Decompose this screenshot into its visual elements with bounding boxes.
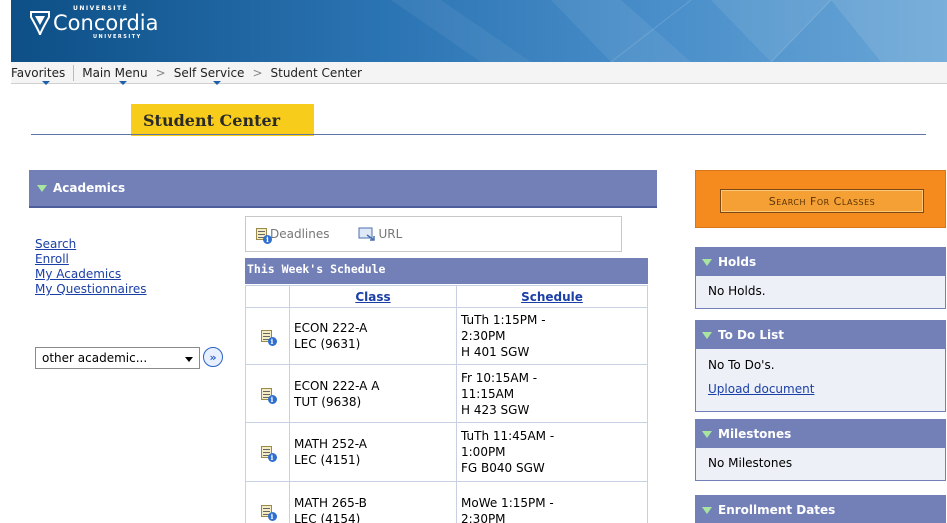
calendar-info-icon: i	[256, 227, 272, 244]
todo-text: No To Do's.	[708, 358, 775, 372]
select-value: other academic...	[42, 351, 148, 365]
collapse-triangle-icon[interactable]	[37, 184, 47, 192]
concordia-logo[interactable]: UNIVERSITÉ Concordia UNIVERSITY	[29, 6, 159, 40]
row-icon-cell[interactable]: i	[245, 481, 290, 523]
search-for-classes-button[interactable]: Search For Classes	[720, 189, 924, 213]
collapse-triangle-icon[interactable]	[702, 506, 712, 514]
holds-header[interactable]: Holds	[696, 248, 945, 276]
breadcrumb-separator: >	[252, 65, 263, 80]
class-cell: MATH 252-A LEC (4151)	[289, 422, 457, 482]
todo-title: To Do List	[718, 328, 785, 342]
row-icon-cell[interactable]: i	[245, 307, 290, 365]
schedule-title: This Week's Schedule	[245, 258, 648, 284]
url-label: URL	[378, 227, 403, 241]
enrollment-dates-header[interactable]: Enrollment Dates	[696, 496, 945, 523]
table-row: i MATH 252-A LEC (4151) TuTh 11:45AM -1:0…	[245, 422, 648, 482]
deadlines-label: Deadlines	[270, 227, 330, 241]
table-row: i MATH 265-B LEC (4154) MoWe 1:15PM -2:30…	[245, 481, 648, 523]
schedule-cell: TuTh 1:15PM -2:30PM H 401 SGW	[456, 307, 648, 365]
holds-text: No Holds.	[708, 284, 766, 298]
row-icon-cell[interactable]: i	[245, 422, 290, 482]
col-schedule[interactable]: Schedule	[456, 285, 648, 308]
class-cell: ECON 222-A A TUT (9638)	[289, 364, 457, 423]
milestones-box: Milestones No Milestones	[695, 419, 946, 481]
url-icon	[358, 227, 375, 241]
nav-main-menu[interactable]: Main Menu	[82, 66, 155, 85]
page-title: Student Center	[131, 104, 314, 136]
crest-icon	[30, 11, 50, 36]
enrollment-dates-title: Enrollment Dates	[718, 503, 836, 517]
search-panel: Search For Classes	[695, 170, 946, 228]
calendar-info-icon: i	[260, 387, 277, 404]
link-my-questionnaires[interactable]: My Questionnaires	[35, 282, 147, 297]
schedule-cell: TuTh 11:45AM -1:00PM FG B040 SGW	[456, 422, 648, 482]
enrollment-dates-box: Enrollment Dates	[695, 495, 946, 523]
nav-student-center[interactable]: Student Center	[271, 66, 370, 80]
breadcrumb: Favorites Main Menu > Self Service > Stu…	[11, 62, 947, 85]
upload-document-link[interactable]: Upload document	[708, 381, 945, 397]
logo-bottom-text: UNIVERSITY	[93, 34, 142, 40]
link-my-academics[interactable]: My Academics	[35, 267, 147, 282]
col-icon	[245, 285, 290, 308]
todo-body: No To Do's. Upload document	[696, 349, 945, 397]
go-button[interactable]: »	[203, 347, 223, 367]
chevron-down-icon	[213, 80, 222, 85]
other-academic-select[interactable]: other academic...	[35, 347, 200, 369]
nav-favorites[interactable]: Favorites	[11, 66, 73, 85]
calendar-info-icon: i	[260, 445, 277, 462]
todo-box: To Do List No To Do's. Upload document	[695, 320, 946, 412]
breadcrumb-separator: >	[155, 65, 166, 80]
dropdown-arrow-icon	[185, 357, 193, 362]
nav-divider	[73, 64, 75, 81]
link-search[interactable]: Search	[35, 237, 147, 252]
academics-title: Academics	[53, 181, 126, 195]
holds-box: Holds No Holds.	[695, 247, 946, 309]
chevron-down-icon	[118, 80, 127, 85]
url-link[interactable]: URL	[358, 227, 403, 242]
row-icon-cell[interactable]: i	[245, 364, 290, 423]
title-divider	[31, 134, 926, 135]
calendar-info-icon: i	[260, 329, 277, 346]
collapse-triangle-icon[interactable]	[702, 430, 712, 438]
logo-name: Concordia	[53, 11, 159, 35]
link-enroll[interactable]: Enroll	[35, 252, 147, 267]
class-cell: ECON 222-A LEC (9631)	[289, 307, 457, 365]
table-header-row: Class Schedule	[245, 285, 648, 308]
col-class[interactable]: Class	[289, 285, 457, 308]
collapse-triangle-icon[interactable]	[702, 331, 712, 339]
collapse-triangle-icon[interactable]	[702, 258, 712, 266]
academics-toolbar: i Deadlines URL	[245, 216, 622, 252]
calendar-info-icon: i	[260, 504, 277, 521]
milestones-header[interactable]: Milestones	[696, 420, 945, 448]
schedule-cell: Fr 10:15AM -11:15AM H 423 SGW	[456, 364, 648, 423]
schedule-table: Class Schedule i ECON 222-A LEC (9631) Tu…	[245, 285, 648, 523]
chevron-down-icon	[42, 80, 51, 85]
holds-body: No Holds.	[696, 276, 945, 298]
table-row: i ECON 222-A A TUT (9638) Fr 10:15AM -11:…	[245, 364, 648, 423]
academics-links: Search Enroll My Academics My Questionna…	[35, 237, 147, 297]
holds-title: Holds	[718, 255, 757, 269]
todo-header[interactable]: To Do List	[696, 321, 945, 349]
academics-header[interactable]: Academics	[29, 170, 657, 208]
table-row: i ECON 222-A LEC (9631) TuTh 1:15PM -2:30…	[245, 307, 648, 365]
milestones-body: No Milestones	[696, 448, 945, 470]
milestones-text: No Milestones	[708, 456, 793, 470]
milestones-title: Milestones	[718, 427, 792, 441]
class-cell: MATH 265-B LEC (4154)	[289, 481, 457, 523]
header-banner: UNIVERSITÉ Concordia UNIVERSITY	[11, 0, 947, 62]
schedule-cell: MoWe 1:15PM -2:30PM	[456, 481, 648, 523]
deadlines-link[interactable]: i Deadlines	[256, 227, 330, 244]
nav-self-service[interactable]: Self Service	[174, 66, 253, 85]
